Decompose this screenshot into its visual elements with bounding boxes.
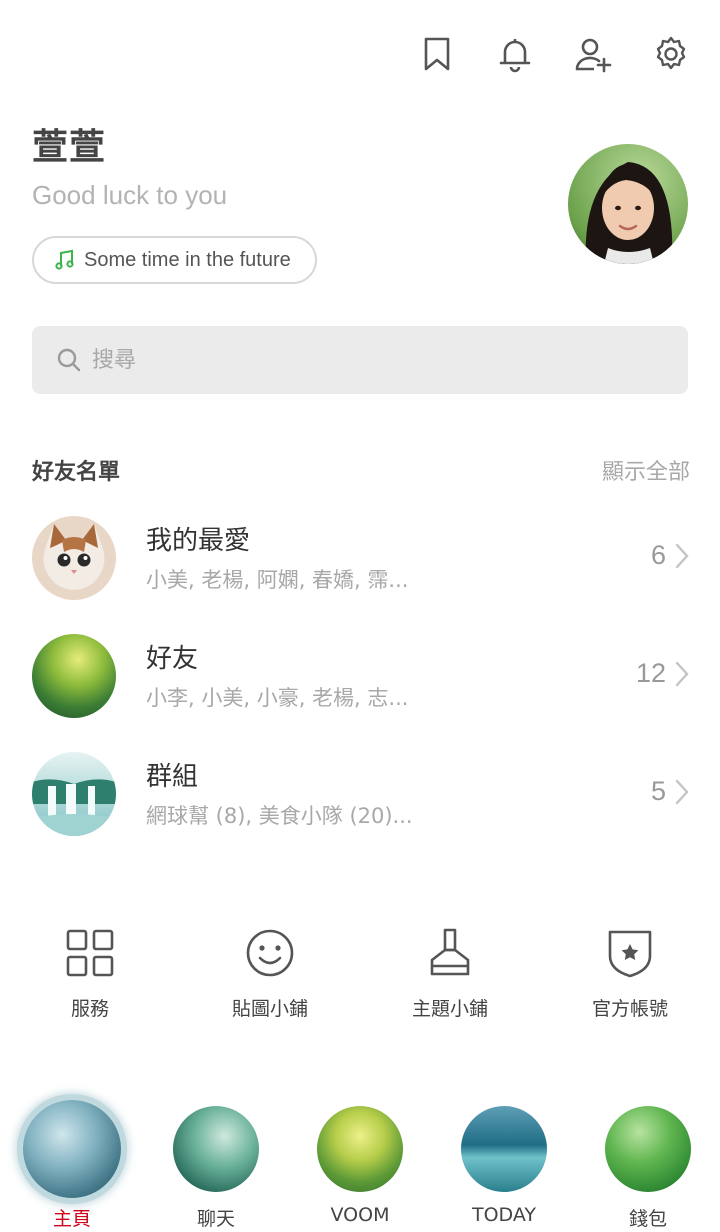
friends-row[interactable]: 好友 小李, 小美, 小豪, 老楊, 志... 12 [0,620,720,730]
friends-section-title: 好友名單 [32,460,121,485]
groups-row[interactable]: 群組 網球幫 (8), 美食小隊 (20)... 5 [0,738,720,848]
top-toolbar [416,30,692,78]
chevron-right-icon [675,661,689,687]
friends-members: 小李, 小美, 小豪, 老楊, 志... [146,686,409,710]
add-friend-icon [575,38,612,73]
favorites-title: 我的最愛 [146,526,251,556]
avatar-photo [585,162,673,264]
chat-icon [173,1106,259,1192]
grid-icon [66,929,114,977]
service-label: 官方帳號 [591,998,668,1020]
groups-title: 群組 [146,762,199,792]
groups-members: 網球幫 (8), 美食小隊 (20)... [146,804,413,828]
favorites-members: 小美, 老楊, 阿嫻, 春嬌, 霈... [146,568,409,592]
service-services[interactable]: 服務 [0,926,180,1021]
nav-label: TODAY [472,1204,536,1226]
gear-icon [656,36,686,70]
friends-count: 12 [635,658,666,688]
friends-thumbnail [32,634,116,718]
service-official-accounts[interactable]: 官方帳號 [540,926,720,1021]
search-bar[interactable] [32,326,688,394]
home-icon [23,1100,121,1198]
show-all-link[interactable]: 顯示全部 [602,454,690,486]
bookmark-icon [424,37,450,71]
notifications-button[interactable] [494,30,536,78]
friends-title: 好友 [146,644,199,674]
profile-music-title: Some time in the future [84,248,291,271]
nav-label: 聊天 [196,1208,235,1230]
nav-label: VOOM [330,1204,390,1226]
shield-star-icon [608,930,652,978]
favorites-thumbnail [32,516,116,600]
nav-voom[interactable]: VOOM [288,1092,432,1226]
profile-status-message[interactable]: Good luck to you [32,180,227,211]
bookmark-button[interactable] [416,30,458,78]
nav-home[interactable]: 主頁 [0,1092,144,1230]
nav-wallet[interactable]: 錢包 [576,1092,720,1230]
smiley-icon [246,929,294,977]
wallet-icon [605,1106,691,1192]
nav-label: 錢包 [628,1208,667,1230]
service-label: 貼圖小鋪 [231,998,308,1020]
add-friend-button[interactable] [572,30,614,78]
groups-count: 5 [650,776,666,806]
service-sticker-shop[interactable]: 貼圖小鋪 [180,926,360,1021]
nav-chat[interactable]: 聊天 [144,1092,288,1230]
favorites-row[interactable]: 我的最愛 小美, 老楊, 阿嫻, 春嬌, 霈... 6 [0,502,720,612]
brush-icon [430,928,470,976]
service-label: 主題小鋪 [411,998,488,1020]
favorites-count: 6 [650,540,666,570]
profile-music-pill[interactable]: Some time in the future [32,236,317,284]
voom-icon [317,1106,403,1192]
bell-icon [499,39,531,73]
service-theme-shop[interactable]: 主題小鋪 [360,926,540,1021]
chevron-right-icon [675,779,689,805]
service-label: 服務 [70,998,109,1020]
nav-today[interactable]: TODAY [432,1092,576,1226]
groups-thumbnail [32,752,116,836]
today-icon [461,1106,547,1192]
chevron-right-icon [675,543,689,569]
nav-label: 主頁 [52,1208,91,1230]
settings-button[interactable] [650,30,692,78]
profile-avatar[interactable] [568,144,688,264]
profile-name[interactable]: 萱萱 [32,118,106,170]
music-note-icon [55,249,74,270]
search-input[interactable] [92,347,652,373]
search-icon [57,348,81,372]
services-row: 服務 貼圖小鋪 主題小鋪 官方帳號 [0,926,720,1036]
bottom-navigation: 主頁 聊天 VOOM TODAY 錢包 [0,1092,720,1232]
